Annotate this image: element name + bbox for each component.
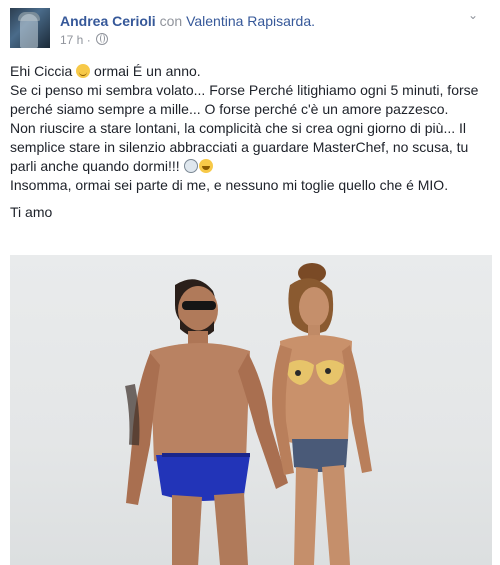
post-line-1: Ehi Ciccia ormai É un anno. bbox=[10, 62, 492, 81]
post-closing: Ti amo bbox=[10, 204, 53, 220]
post-paragraph-2-text: Non riuscire a stare lontani, la complic… bbox=[10, 120, 469, 174]
laugh-emoji-icon bbox=[198, 159, 213, 173]
meta-separator: · bbox=[86, 33, 91, 47]
post-paragraph-1: Se ci penso mi sembra volato... Forse Pe… bbox=[10, 82, 479, 117]
post-timestamp[interactable]: 17 h bbox=[60, 33, 83, 47]
globe-icon[interactable] bbox=[96, 33, 109, 45]
post-line-1-start: Ehi Ciccia bbox=[10, 63, 77, 79]
avatar-figure bbox=[20, 14, 38, 48]
blush-emoji-icon bbox=[76, 64, 91, 78]
post-header: Andrea Cerioli con Valentina Rapisarda. … bbox=[10, 8, 490, 50]
scream-emoji-icon bbox=[183, 159, 198, 173]
post-meta: 17 h · bbox=[60, 33, 109, 47]
avatar[interactable] bbox=[10, 8, 50, 48]
man-figure bbox=[125, 279, 288, 565]
tagged-user-link[interactable]: Valentina Rapisarda. bbox=[186, 13, 315, 29]
post-line-1-end: ormai É un anno. bbox=[90, 63, 201, 79]
facebook-post: Andrea Cerioli con Valentina Rapisarda. … bbox=[0, 0, 500, 565]
woman-figure bbox=[272, 263, 372, 565]
photo-couple-beach-image bbox=[125, 263, 372, 565]
with-word: con bbox=[159, 13, 183, 29]
chevron-down-icon[interactable]: ⌄ bbox=[464, 8, 482, 22]
post-paragraph-2: Non riuscire a stare lontani, la complic… bbox=[10, 119, 492, 176]
post-paragraph-3: Insomma, ormai sei parte di me, e nessun… bbox=[10, 177, 449, 193]
post-names: Andrea Cerioli con Valentina Rapisarda. bbox=[60, 13, 315, 29]
post-text: Ehi Ciccia ormai É un anno. Se ci penso … bbox=[10, 62, 492, 222]
author-name-link[interactable]: Andrea Cerioli bbox=[60, 13, 156, 29]
post-photo[interactable] bbox=[10, 255, 492, 565]
